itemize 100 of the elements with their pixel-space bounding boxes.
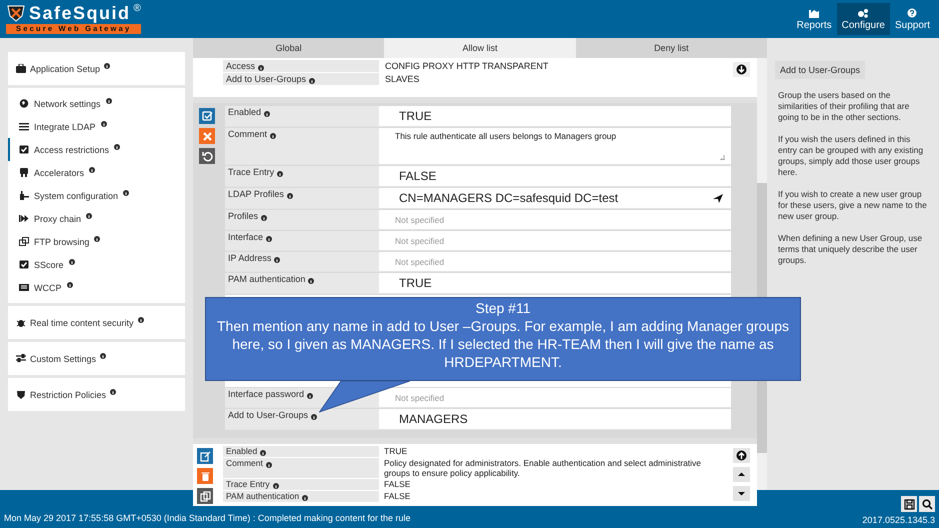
- edit-icon: [200, 450, 210, 462]
- field-label: Interface: [225, 231, 379, 250]
- tab[interactable]: Allow list: [384, 38, 576, 58]
- gears-icon: [857, 8, 870, 18]
- down-button[interactable]: [733, 486, 750, 501]
- tab[interactable]: Global: [193, 38, 384, 58]
- trash-icon: [200, 470, 210, 482]
- field-value: FALSE: [383, 479, 412, 490]
- down-circle-icon: [736, 64, 747, 75]
- field-label: Trace Entry: [223, 479, 379, 490]
- field-label: IP Address: [225, 252, 379, 271]
- bars-icon: [19, 122, 29, 131]
- field-value: Policy designated for administrators. Enable authentication and select administrative groups to ensure policy applicability.: [383, 458, 702, 478]
- sidebar-item[interactable]: SScore: [8, 253, 185, 276]
- sidebar-item[interactable]: Network settings: [8, 92, 185, 115]
- field-label: PAM authentication: [223, 491, 379, 502]
- sidebar-section[interactable]: Application Setup: [8, 52, 185, 85]
- info-icon: [68, 259, 75, 265]
- search-button[interactable]: [919, 496, 935, 512]
- help-icon: [906, 8, 918, 18]
- chip-icon: [19, 168, 29, 177]
- callout-text: Then mention any name in add to User –Groups. For example, I am adding Manager groups here, so I given as MANAGERS. If I selected the HR-TEAM then I will give the name as HRDEPARTMENT.: [216, 317, 790, 371]
- info-icon: [86, 213, 92, 219]
- input-field[interactable]: FALSE: [379, 166, 731, 186]
- help-paragraph: If you wish the users defined in this entry can be grouped with any existing groups, simply add those user groups here.: [778, 134, 924, 178]
- forward-icon: [19, 214, 29, 223]
- input-field[interactable]: TRUE: [379, 273, 731, 293]
- list-icon: [19, 283, 29, 292]
- check-button[interactable]: [199, 108, 215, 124]
- info-icon: [270, 133, 276, 139]
- sidebar-item[interactable]: Accelerators: [8, 161, 185, 184]
- sidebar-item[interactable]: WCCP: [8, 276, 185, 299]
- help-paragraph: When defining a new User Group, use terms that uniquely describe the user groups.: [778, 233, 924, 266]
- info-icon: [258, 65, 264, 71]
- info-icon: [308, 278, 314, 284]
- field-value: TRUE: [383, 446, 408, 457]
- info-icon: [89, 167, 96, 173]
- sidebar-item[interactable]: System configuration: [8, 184, 185, 207]
- copy-button[interactable]: [197, 488, 213, 504]
- up-circle-button[interactable]: [733, 448, 750, 463]
- sidebar-section[interactable]: Restriction Policies: [8, 378, 185, 411]
- field-label: Add to User-Groups: [225, 409, 379, 429]
- info-icon: [277, 171, 284, 177]
- logo-icon: [6, 4, 26, 22]
- check-icon: [19, 145, 29, 154]
- nav-tab[interactable]: Configure: [836, 3, 890, 35]
- logo-wordmark: SafeSquid: [29, 3, 131, 23]
- sidebar-item[interactable]: FTP browsing: [8, 230, 185, 253]
- check-icon: [19, 260, 29, 269]
- copy-icon: [200, 490, 210, 502]
- bug-icon: [16, 318, 26, 327]
- search-icon: [922, 498, 932, 510]
- nav-tab[interactable]: Support: [890, 3, 935, 35]
- info-icon: [311, 414, 318, 420]
- info-icon: [302, 495, 308, 501]
- copy-icon: [19, 237, 29, 246]
- input-field[interactable]: TRUE: [379, 106, 731, 126]
- close-button[interactable]: [199, 128, 215, 144]
- input-field[interactable]: MANAGERS: [379, 409, 731, 429]
- info-icon: [138, 317, 144, 323]
- info-icon: [272, 483, 279, 489]
- tab[interactable]: Deny list: [576, 38, 767, 58]
- info-icon: [309, 78, 316, 84]
- sidebar-item[interactable]: Access restrictions: [8, 138, 185, 161]
- nav-tab[interactable]: Reports: [792, 3, 837, 35]
- resize-grip-icon[interactable]: [720, 155, 725, 160]
- sidebar-section[interactable]: Real time content security: [8, 306, 185, 339]
- undo-icon: [202, 150, 212, 162]
- undo-button[interactable]: [199, 148, 215, 164]
- registered-mark: ®: [134, 3, 141, 14]
- trash-button[interactable]: [197, 468, 213, 484]
- info-icon: [274, 257, 280, 263]
- status-message: Mon May 29 2017 17:55:58 GMT+0530 (India Standard Time) : Completed making content for the rule: [4, 513, 410, 525]
- field-label: Enabled: [223, 446, 379, 457]
- send-icon[interactable]: [713, 194, 723, 202]
- up-button[interactable]: [733, 467, 750, 482]
- info-icon: [266, 462, 272, 468]
- sidebar-item[interactable]: Integrate LDAP: [8, 115, 185, 138]
- input-field[interactable]: This rule authenticate all users belongs to Managers group: [379, 128, 731, 164]
- save-button[interactable]: [901, 496, 917, 512]
- edit-button[interactable]: [197, 448, 213, 464]
- info-icon: [260, 450, 266, 456]
- help-title: Add to User-Groups: [775, 61, 866, 79]
- info-icon: [66, 282, 72, 288]
- input-field[interactable]: CN=MANAGERS DC=safesquid DC=test: [379, 188, 731, 208]
- info-icon: [307, 393, 314, 399]
- briefcase-icon: [16, 64, 26, 73]
- info-icon: [100, 121, 107, 127]
- info-icon: [261, 215, 268, 221]
- sidebar-section[interactable]: Custom Settings: [8, 342, 185, 375]
- info-icon: [286, 193, 293, 199]
- info-icon: [264, 111, 270, 117]
- field-label: Profiles: [225, 210, 379, 229]
- sidebar-item[interactable]: Proxy chain: [8, 207, 185, 230]
- shield-icon: [16, 390, 26, 399]
- sliders-icon: [16, 354, 26, 363]
- help-paragraph: If you wish to create a new user group for these users, give a new name to the new user group.: [778, 189, 928, 222]
- down-circle-button[interactable]: [733, 62, 750, 77]
- field-value: FALSE: [383, 491, 412, 502]
- field-label: Access: [223, 60, 379, 72]
